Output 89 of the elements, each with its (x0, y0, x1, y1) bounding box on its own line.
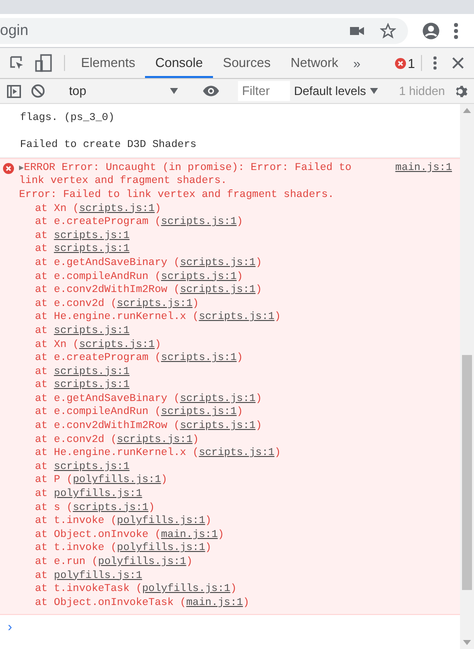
scrollbar[interactable] (460, 104, 474, 649)
account-icon[interactable] (422, 22, 440, 40)
stack-frame: at e.getAndSaveBinary (scripts.js:1) (19, 256, 452, 271)
stack-frame: at e.conv2d (scripts.js:1) (19, 298, 452, 312)
error-count[interactable]: 1 (408, 56, 415, 70)
stack-frame: at e.getAndSaveBinary (scripts.js:1) (19, 392, 452, 406)
source-link[interactable]: main.js:1 (161, 528, 218, 541)
context-select[interactable]: top (62, 84, 184, 98)
source-link[interactable]: scripts.js:1 (54, 243, 130, 256)
star-icon[interactable] (380, 22, 396, 38)
stack-frame: at t.invokeTask (polyfills.js:1) (19, 583, 452, 597)
menu-icon[interactable] (454, 22, 458, 38)
source-link[interactable]: scripts.js:1 (180, 420, 256, 432)
stack-frame: at scripts.js:1 (19, 324, 452, 338)
stack-frame: at Object.onInvokeTask (main.js:1) (19, 596, 452, 610)
source-link[interactable]: scripts.js:1 (116, 298, 193, 310)
source-link[interactable]: scripts.js:1 (79, 202, 155, 215)
stack-frame: at scripts.js:1 (19, 379, 452, 393)
stack-frame: at He.engine.runKernel.x (scripts.js:1) (19, 311, 452, 325)
source-link[interactable]: scripts.js:1 (54, 460, 130, 473)
scrollbar-thumb[interactable] (462, 355, 472, 590)
stack-frame: at polyfills.js:1 (19, 488, 452, 502)
source-link[interactable]: scripts.js:1 (161, 270, 237, 283)
source-link[interactable]: polyfills.js:1 (54, 570, 142, 582)
stack-frame: at scripts.js:1 (19, 460, 452, 474)
log-text: Failed to create D3D Shaders (20, 139, 198, 153)
error-icon[interactable] (394, 58, 406, 68)
panel-tab[interactable]: Network (280, 48, 348, 78)
source-link[interactable]: scripts.js:1 (116, 434, 193, 446)
stack-frame: at scripts.js:1 (19, 230, 452, 244)
stack-frame: at e.compileAndRun (scripts.js:1) (19, 270, 452, 284)
source-link[interactable]: scripts.js:1 (161, 216, 237, 228)
error-text: Error: Failed to link vertex and fragment shaders. (19, 188, 336, 203)
source-link[interactable]: scripts.js:1 (79, 338, 155, 350)
stack-frame: at Object.onInvoke (main.js:1) (19, 528, 452, 542)
source-link[interactable]: scripts.js:1 (180, 392, 256, 405)
hidden-count: 1 hidden (398, 84, 446, 98)
stack-frame: at s (scripts.js:1) (19, 502, 452, 516)
log-text: flags. (ps_3_0) (20, 112, 116, 126)
error-text: link vertex and fragment shaders. (19, 175, 228, 189)
stack-frame: at Xn (scripts.js:1) (19, 338, 452, 352)
stack-frame: at e.run (polyfills.js:1) (19, 556, 452, 570)
source-link[interactable]: scripts.js:1 (180, 284, 256, 296)
source-link[interactable]: scripts.js:1 (54, 366, 130, 378)
source-link[interactable]: polyfills.js:1 (116, 515, 206, 528)
filter-field[interactable]: Filter (238, 81, 290, 101)
source-link[interactable]: scripts.js:1 (72, 502, 148, 514)
stack-frame: at polyfills.js:1 (19, 570, 452, 584)
caret-icon (370, 88, 378, 94)
camera-icon[interactable] (350, 26, 364, 36)
stack-frame: at scripts.js:1 (19, 366, 452, 380)
panel-tab[interactable]: Elements (71, 48, 146, 78)
error-text: ERROR Error: Uncaught (in promise): Error: Failed to (24, 162, 352, 174)
prompt-caret: › (5, 619, 15, 635)
source-link[interactable]: polyfills.js:1 (98, 556, 186, 568)
source-link[interactable]: scripts.js:1 (180, 256, 256, 269)
source-link[interactable]: polyfills.js:1 (116, 542, 206, 554)
error-icon (3, 162, 14, 174)
source-link[interactable]: main.js:1 (186, 596, 243, 609)
source-link[interactable]: scripts.js:1 (54, 379, 130, 392)
caret-icon (170, 88, 178, 94)
stack-frame: at e.createProgram (scripts.js:1) (19, 352, 452, 366)
stack-frame: at e.conv2dWithIm2Row (scripts.js:1) (19, 284, 452, 298)
source-link[interactable]: polyfills.js:1 (142, 583, 230, 596)
stack-frame: at e.conv2dWithIm2Row (scripts.js:1) (19, 420, 452, 434)
expand-arrow[interactable]: ▶ (19, 164, 24, 173)
stack-frame: at e.compileAndRun (scripts.js:1) (19, 406, 452, 420)
stack-frame: at t.invoke (polyfills.js:1) (19, 542, 452, 556)
address-text: ogin (0, 22, 30, 39)
source-link[interactable]: main.js:1 (395, 162, 452, 176)
stack-frame: at He.engine.runKernel.x (scripts.js:1) (19, 447, 452, 461)
source-link[interactable]: scripts.js:1 (161, 352, 237, 364)
stack-frame: at P (polyfills.js:1) (19, 474, 452, 488)
source-link[interactable]: scripts.js:1 (161, 406, 237, 418)
source-link[interactable]: polyfills.js:1 (72, 474, 162, 486)
source-link[interactable]: scripts.js:1 (198, 447, 274, 460)
source-link[interactable]: polyfills.js:1 (54, 488, 142, 500)
more-tabs-button[interactable]: » (348, 48, 366, 78)
stack-frame: at Xn (scripts.js:1) (19, 202, 452, 216)
source-link[interactable]: scripts.js:1 (198, 311, 274, 324)
source-link[interactable]: scripts.js:1 (54, 324, 130, 337)
stack-frame: at e.conv2d (scripts.js:1) (19, 434, 452, 448)
panel-tab[interactable]: Sources (212, 48, 281, 78)
levels-dropdown[interactable]: Default levels (290, 84, 382, 98)
stack-frame: at t.invoke (polyfills.js:1) (19, 515, 452, 529)
address-field[interactable]: ogin (0, 18, 408, 44)
source-link[interactable]: scripts.js:1 (54, 230, 130, 242)
stack-frame: at scripts.js:1 (19, 243, 452, 257)
stack-frame: at e.createProgram (scripts.js:1) (19, 216, 452, 230)
